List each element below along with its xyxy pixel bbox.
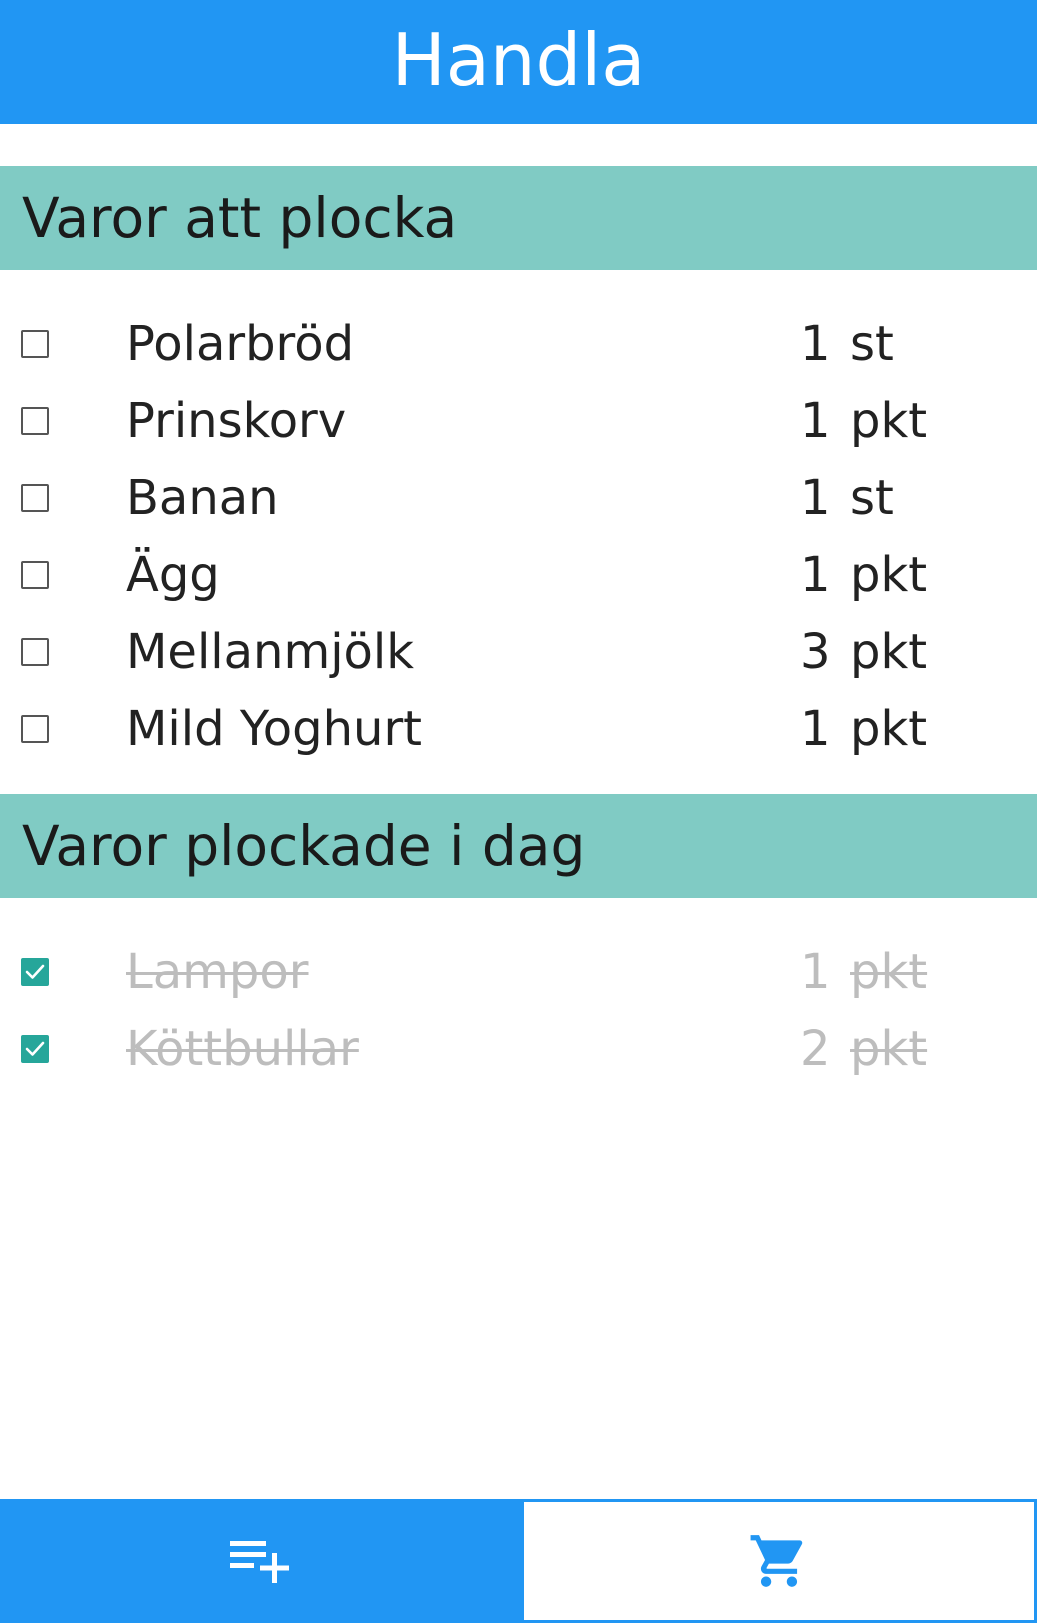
list-item[interactable]: Mild Yoghurt 1 pkt [0, 690, 1037, 767]
item-name: Polarbröd [126, 315, 355, 372]
bottom-navigation [0, 1499, 1037, 1623]
item-quantity: 1 pkt [800, 948, 927, 996]
playlist-add-icon [229, 1541, 289, 1583]
item-name: Banan [126, 469, 279, 526]
list-item[interactable]: Prinskorv 1 pkt [0, 382, 1037, 459]
item-quantity: 1st [800, 320, 894, 368]
item-checkbox-checked[interactable] [21, 957, 49, 986]
item-name: Ägg [126, 546, 220, 603]
page-title: Handla [391, 18, 646, 102]
picked-today-list: Lampor 1 pkt Köttbullar 2 pkt [0, 933, 1037, 1087]
item-quantity-value: 1 [800, 546, 831, 603]
item-checkbox-checked[interactable] [21, 1034, 49, 1063]
list-item[interactable]: Ägg 1 pkt [0, 536, 1037, 613]
checkmark-icon [25, 1041, 45, 1056]
item-quantity: 2 pkt [800, 1025, 927, 1073]
item-quantity-value: 1 [800, 315, 831, 372]
to-pick-list: Polarbröd 1st Prinskorv 1 pkt Banan 1st Ä… [0, 305, 1037, 767]
item-name: Mellanmjölk [126, 623, 415, 680]
section-title: Varor att plocka [22, 185, 458, 250]
item-quantity-value: 1 [800, 469, 831, 526]
list-item[interactable]: Köttbullar 2 pkt [0, 1010, 1037, 1087]
item-name: Prinskorv [126, 392, 347, 449]
list-item[interactable]: Polarbröd 1st [0, 305, 1037, 382]
item-checkbox[interactable] [21, 560, 49, 589]
item-checkbox[interactable] [21, 714, 49, 743]
section-header-to-pick: Varor att plocka [0, 166, 1037, 270]
item-quantity-value: 1 [800, 700, 831, 757]
section-header-picked-today: Varor plockade i dag [0, 794, 1037, 898]
item-name: Mild Yoghurt [126, 700, 422, 757]
item-unit: pkt [850, 943, 928, 1000]
item-checkbox[interactable] [21, 406, 49, 435]
item-quantity-value: 2 [800, 1020, 831, 1077]
item-unit: st [850, 315, 894, 372]
item-quantity: 1st [800, 474, 894, 522]
item-unit: st [850, 469, 894, 526]
checkmark-icon [25, 964, 45, 979]
section-title: Varor plockade i dag [22, 813, 586, 878]
item-quantity: 1 pkt [800, 551, 927, 599]
item-unit: pkt [850, 623, 928, 680]
item-checkbox[interactable] [21, 329, 49, 358]
item-unit: pkt [850, 392, 928, 449]
tab-add-items[interactable] [0, 1499, 521, 1623]
item-unit: pkt [850, 1020, 928, 1077]
list-item[interactable]: Mellanmjölk 3 pkt [0, 613, 1037, 690]
list-item[interactable]: Lampor 1 pkt [0, 933, 1037, 1010]
shopping-cart-icon [750, 1535, 803, 1587]
tab-shopping[interactable] [521, 1499, 1037, 1623]
item-unit: pkt [850, 546, 928, 603]
item-checkbox[interactable] [21, 483, 49, 512]
item-quantity-value: 3 [800, 623, 831, 680]
item-quantity: 1 pkt [800, 397, 927, 445]
item-quantity: 1 pkt [800, 705, 927, 753]
item-checkbox[interactable] [21, 637, 49, 666]
item-quantity-value: 1 [800, 392, 831, 449]
item-name: Lampor [126, 943, 309, 1000]
app-header: Handla [0, 0, 1037, 124]
item-unit: pkt [850, 700, 928, 757]
list-item[interactable]: Banan 1st [0, 459, 1037, 536]
item-name: Köttbullar [126, 1020, 359, 1077]
item-quantity-value: 1 [800, 943, 831, 1000]
item-quantity: 3 pkt [800, 628, 927, 676]
